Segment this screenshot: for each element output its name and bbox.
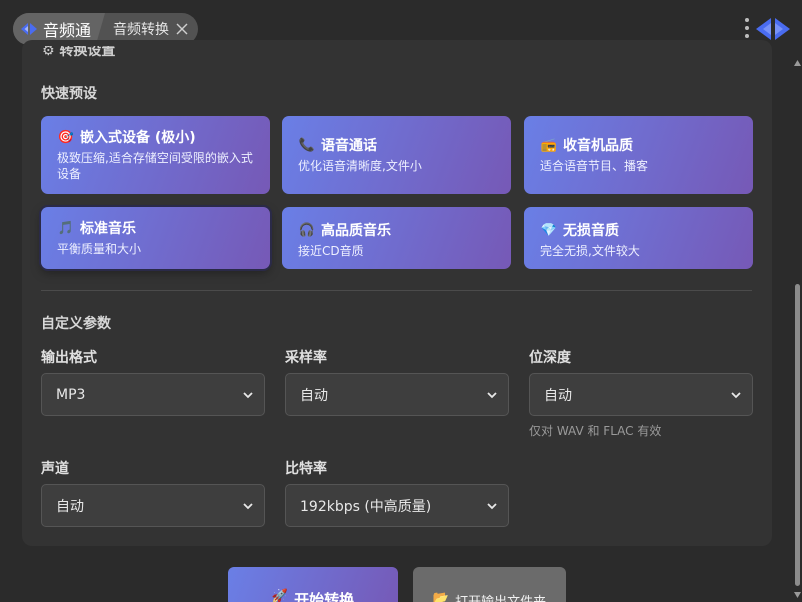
sample-rate-select[interactable]: 自动 <box>285 373 509 416</box>
scroll-down-arrow-icon[interactable] <box>794 592 801 598</box>
bitrate-value: 192kbps (中高质量) <box>300 498 432 515</box>
music-note-icon: 🎵 <box>57 220 75 236</box>
preset-high-quality-music[interactable]: 🎧 高品质音乐 接近CD音质 <box>282 207 511 269</box>
scrollbar-thumb[interactable] <box>795 284 800 586</box>
start-convert-button[interactable]: 🚀 开始转换 <box>228 567 398 602</box>
chevron-down-icon <box>487 392 497 399</box>
quick-presets-title: 快速预设 <box>41 86 97 102</box>
chevron-down-icon <box>243 503 253 510</box>
settings-panel: ⚙ 转换设置 快速预设 🎯 嵌入式设备 (极小) 极致压缩,适合存储空间受限的嵌入… <box>22 40 772 546</box>
preset-embedded-device[interactable]: 🎯 嵌入式设备 (极小) 极致压缩,适合存储空间受限的嵌入式设备 <box>41 116 270 194</box>
preset-title: 嵌入式设备 (极小) <box>80 130 196 146</box>
preset-desc: 接近CD音质 <box>298 244 364 258</box>
chevron-down-icon <box>243 392 253 399</box>
preset-desc: 优化语音清晰度,文件小 <box>298 159 422 173</box>
section-divider <box>41 290 752 291</box>
preset-desc: 平衡质量和大小 <box>57 242 142 256</box>
rocket-icon: 🚀 <box>271 589 289 602</box>
folder-icon: 📂 <box>432 591 450 602</box>
channels-label: 声道 <box>41 461 69 477</box>
preset-desc: 极致压缩,适合存储空间受限的嵌入式设备 <box>57 151 253 181</box>
custom-params-title: 自定义参数 <box>41 316 111 332</box>
scroll-up-arrow-icon[interactable] <box>794 60 801 66</box>
preset-title: 语音通话 <box>321 138 377 154</box>
headphones-icon: 🎧 <box>298 222 316 238</box>
phone-icon: 📞 <box>298 137 316 153</box>
preset-desc: 完全无损,文件较大 <box>540 244 640 258</box>
preset-title: 高品质音乐 <box>321 223 391 239</box>
bit-depth-select[interactable]: 自动 <box>529 373 753 416</box>
sample-rate-value: 自动 <box>300 387 328 404</box>
preset-voice-call[interactable]: 📞 语音通话 优化语音清晰度,文件小 <box>282 116 511 194</box>
gem-icon: 💎 <box>540 222 558 238</box>
output-format-value: MP3 <box>56 386 86 403</box>
preset-lossless[interactable]: 💎 无损音质 完全无损,文件较大 <box>524 207 753 269</box>
preset-desc: 适合语音节目、播客 <box>540 159 649 173</box>
open-output-folder-label: 打开输出文件夹 <box>455 591 546 602</box>
bitrate-select[interactable]: 192kbps (中高质量) <box>285 484 509 527</box>
preset-radio-quality[interactable]: 📻 收音机品质 适合语音节目、播客 <box>524 116 753 194</box>
open-output-folder-button[interactable]: 📂 打开输出文件夹 <box>413 567 566 602</box>
more-options-icon[interactable] <box>741 16 753 40</box>
preset-title: 标准音乐 <box>80 221 136 237</box>
radio-icon: 📻 <box>540 137 558 153</box>
chevron-down-icon <box>731 392 741 399</box>
channels-select[interactable]: 自动 <box>41 484 265 527</box>
target-icon: 🎯 <box>57 129 75 145</box>
preset-title: 无损音质 <box>563 223 619 239</box>
diamond-arrows-icon <box>21 23 37 35</box>
app-logo-icon <box>756 18 790 40</box>
vertical-scrollbar[interactable] <box>793 58 802 602</box>
tab-app-label: 音频通 <box>43 21 92 40</box>
preset-standard-music[interactable]: 🎵 标准音乐 平衡质量和大小 <box>41 207 270 269</box>
output-format-label: 输出格式 <box>41 350 97 366</box>
chevron-down-icon <box>487 503 497 510</box>
output-format-select[interactable]: MP3 <box>41 373 265 416</box>
bit-depth-label: 位深度 <box>529 350 571 366</box>
bit-depth-value: 自动 <box>544 387 572 404</box>
preset-title: 收音机品质 <box>563 138 633 154</box>
close-icon[interactable] <box>176 23 188 35</box>
channels-value: 自动 <box>56 498 84 515</box>
bitrate-label: 比特率 <box>285 461 327 477</box>
sample-rate-label: 采样率 <box>285 350 327 366</box>
scrolled-heading-remnant: ⚙ 转换设置 <box>42 46 116 59</box>
bit-depth-hint: 仅对 WAV 和 FLAC 有效 <box>529 424 662 438</box>
start-convert-label: 开始转换 <box>294 591 355 602</box>
tab-audio-convert-label: 音频转换 <box>113 22 169 38</box>
